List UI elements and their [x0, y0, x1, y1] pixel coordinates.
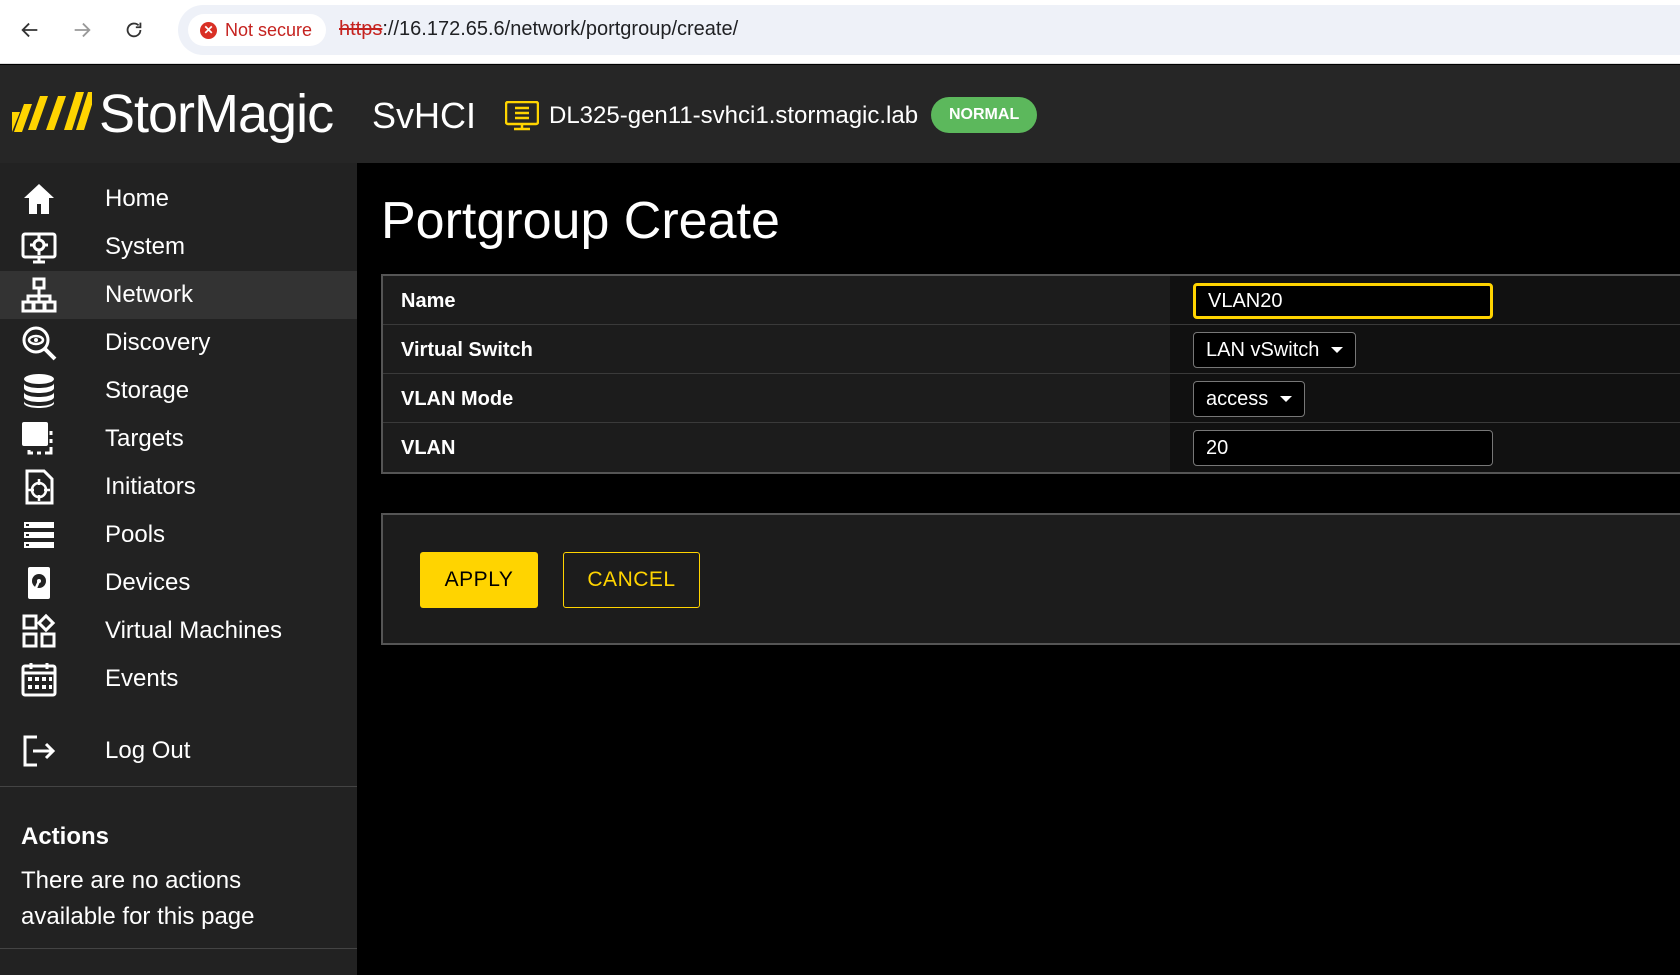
- discovery-icon: [20, 324, 58, 362]
- sidebar-item-label: Initiators: [105, 473, 196, 500]
- app-header: StorMagic SvHCI DL325-gen11-svhci1.storm…: [0, 65, 1680, 163]
- sidebar-item-devices[interactable]: Devices: [0, 559, 357, 607]
- form-value-cell: access: [1170, 374, 1680, 422]
- sidebar-item-label: Home: [105, 185, 170, 212]
- name-input[interactable]: [1193, 283, 1493, 319]
- status-badge: NORMAL: [931, 97, 1038, 133]
- sidebar-item-label: Events: [105, 665, 179, 692]
- apply-button[interactable]: APPLY: [420, 552, 538, 608]
- name-label: Name: [401, 290, 456, 312]
- sidebar-item-label: System: [105, 233, 186, 260]
- main-content: Portgroup Create Name Virtual Switch LAN…: [357, 163, 1680, 975]
- logo-text: StorMagic: [99, 84, 334, 144]
- sidebar-item-label: Virtual Machines: [105, 617, 282, 644]
- virtual-switch-value: LAN vSwitch: [1206, 338, 1320, 361]
- back-button[interactable]: [12, 12, 48, 48]
- chevron-down-icon: [1331, 347, 1344, 353]
- cancel-button[interactable]: CANCEL: [563, 552, 700, 608]
- forward-button[interactable]: [64, 12, 100, 48]
- virtual-switch-label: Virtual Switch: [401, 339, 533, 361]
- sidebar-item-label: Targets: [105, 425, 184, 452]
- system-icon: [20, 228, 58, 266]
- form-value-cell: [1170, 423, 1680, 472]
- logout-label: Log Out: [105, 737, 191, 764]
- page-title: Portgroup Create: [381, 192, 780, 250]
- targets-icon: [20, 420, 58, 458]
- logout-icon: [20, 732, 58, 770]
- actions-message: There are no actions available for this …: [21, 867, 255, 930]
- sidebar-divider: [0, 786, 357, 787]
- portgroup-form: Name Virtual Switch LAN vSwitch VLAN Mod…: [381, 274, 1680, 474]
- product-name: SvHCI: [372, 95, 477, 136]
- vlan-mode-select[interactable]: access: [1193, 381, 1306, 417]
- calendar-icon: [20, 660, 58, 698]
- security-label: Not secure: [225, 19, 313, 40]
- form-row-virtual-switch: Virtual Switch LAN vSwitch: [383, 325, 1680, 374]
- sidebar-item-storage[interactable]: Storage: [0, 367, 357, 415]
- host-name[interactable]: DL325-gen11-svhci1.stormagic.lab: [549, 102, 918, 130]
- actions-title: Actions: [21, 823, 110, 850]
- form-value-cell: [1170, 276, 1680, 324]
- url-text[interactable]: https://16.172.65.6/network/portgroup/cr…: [339, 18, 738, 41]
- logout-link[interactable]: Log Out: [0, 727, 357, 775]
- form-row-vlan: VLAN: [383, 423, 1680, 472]
- sidebar-divider: [0, 948, 357, 949]
- url-scheme: https: [339, 18, 383, 40]
- sidebar-item-initiators[interactable]: Initiators: [0, 463, 357, 511]
- vlan-input[interactable]: [1193, 430, 1493, 466]
- reload-icon: [126, 22, 142, 38]
- sidebar-item-discovery[interactable]: Discovery: [0, 319, 357, 367]
- error-icon: ✕: [200, 21, 217, 39]
- sidebar-item-label: Storage: [105, 377, 190, 404]
- sidebar-item-label: Network: [105, 281, 194, 308]
- address-bar[interactable]: ✕ Not secure https://16.172.65.6/network…: [178, 5, 1680, 55]
- chevron-down-icon: [1280, 396, 1293, 402]
- host-icon: [505, 101, 539, 131]
- virtual-switch-select[interactable]: LAN vSwitch: [1193, 332, 1357, 368]
- vlan-label: VLAN: [401, 437, 456, 459]
- home-icon: [20, 180, 58, 218]
- sidebar-item-label: Devices: [105, 569, 191, 596]
- storage-icon: [20, 372, 58, 410]
- sidebar-item-events[interactable]: Events: [0, 655, 357, 703]
- browser-toolbar: ✕ Not secure https://16.172.65.6/network…: [0, 0, 1680, 64]
- form-row-name: Name: [383, 276, 1680, 325]
- pools-icon: [20, 516, 58, 554]
- sidebar-item-network[interactable]: Network: [0, 271, 357, 319]
- arrow-right-icon: [74, 22, 91, 38]
- vlan-mode-label: VLAN Mode: [401, 388, 514, 410]
- sidebar-item-virtual-machines[interactable]: Virtual Machines: [0, 607, 357, 655]
- sidebar-item-system[interactable]: System: [0, 223, 357, 271]
- security-indicator[interactable]: ✕ Not secure: [188, 14, 327, 46]
- devices-icon: [20, 564, 58, 602]
- virtual-machines-icon: [20, 612, 58, 650]
- url-path: ://16.172.65.6/network/portgroup/create/: [382, 18, 739, 40]
- sidebar-item-label: Pools: [105, 521, 166, 548]
- form-row-vlan-mode: VLAN Mode access: [383, 374, 1680, 423]
- form-value-cell: LAN vSwitch: [1170, 325, 1680, 373]
- sidebar-item-home[interactable]: Home: [0, 175, 357, 223]
- sidebar-item-targets[interactable]: Targets: [0, 415, 357, 463]
- button-panel: APPLY CANCEL: [381, 513, 1680, 645]
- network-icon: [20, 276, 58, 314]
- stormagic-logo-icon: [12, 92, 92, 132]
- arrow-left-icon: [21, 22, 38, 38]
- sidebar-item-pools[interactable]: Pools: [0, 511, 357, 559]
- sidebar: Home System Network Discovery Storage Ta…: [0, 163, 357, 975]
- vlan-mode-value: access: [1206, 387, 1269, 410]
- initiators-icon: [20, 468, 58, 506]
- reload-button[interactable]: [116, 12, 152, 48]
- sidebar-item-label: Discovery: [105, 329, 211, 356]
